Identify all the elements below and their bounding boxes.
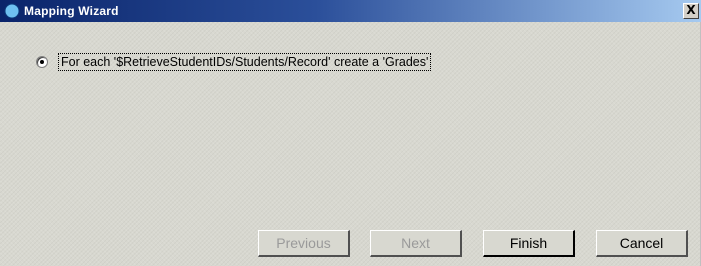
option-label[interactable]: For each '$RetrieveStudentIDs/Students/R…	[58, 53, 432, 71]
mapping-option[interactable]: For each '$RetrieveStudentIDs/Students/R…	[36, 53, 432, 71]
title-bar[interactable]: Mapping Wizard X	[0, 0, 701, 22]
window-title: Mapping Wizard	[24, 4, 119, 18]
radio-selected-dot	[40, 60, 44, 64]
option-radio[interactable]	[36, 56, 48, 68]
compass-icon	[4, 3, 20, 19]
cancel-button[interactable]: Cancel	[596, 230, 688, 257]
next-button[interactable]: Next	[370, 230, 462, 257]
mapping-wizard-dialog: Mapping Wizard X For each '$RetrieveStud…	[0, 0, 701, 266]
previous-button[interactable]: Previous	[258, 230, 350, 257]
finish-button[interactable]: Finish	[483, 230, 575, 257]
close-button[interactable]: X	[683, 3, 699, 19]
